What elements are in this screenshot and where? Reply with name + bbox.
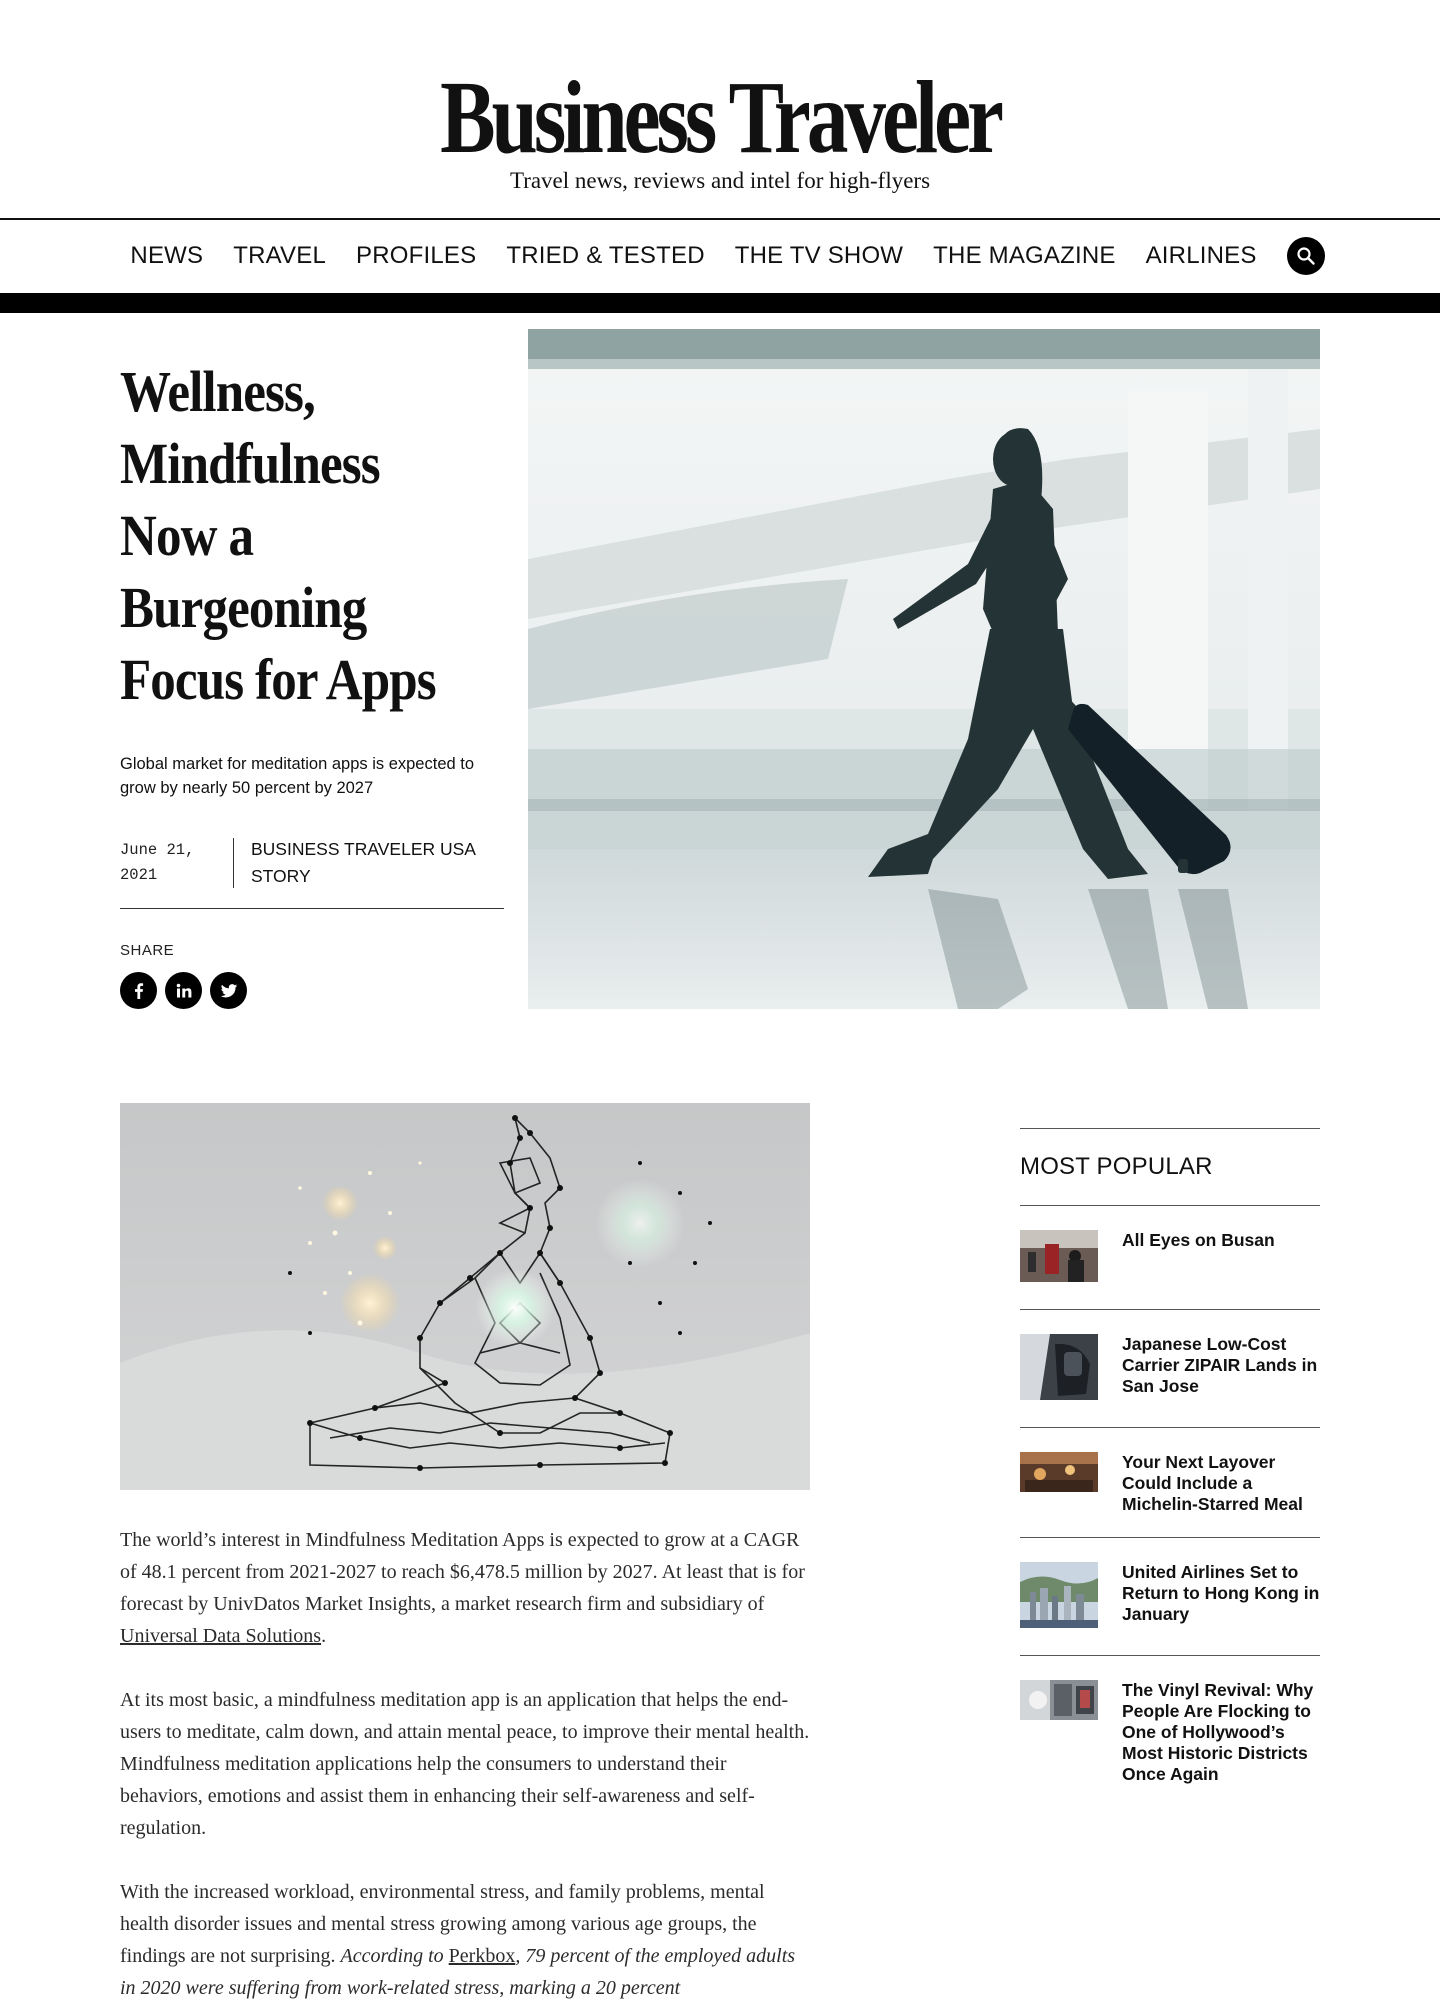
- nav-item-magazine[interactable]: THE MAGAZINE: [933, 242, 1115, 270]
- popular-item-title[interactable]: Your Next Layover Could Include a Michel…: [1122, 1452, 1320, 1515]
- popular-item-title[interactable]: Japanese Low-Cost Carrier ZIPAIR Lands i…: [1122, 1334, 1320, 1405]
- article-source[interactable]: BUSINESS TRAVELER USA STORY: [251, 836, 491, 890]
- share-label: SHARE: [120, 942, 175, 959]
- article-paragraph: At its most basic, a mindfulness meditat…: [120, 1689, 810, 1839]
- popular-item[interactable]: United Airlines Set to Return to Hong Ko…: [1020, 1538, 1320, 1655]
- site-logo[interactable]: Business Traveler: [144, 66, 1296, 170]
- article-meta: June 21, 2021 BUSINESS TRAVELER USA STOR…: [120, 836, 504, 910]
- popular-item-thumbnail[interactable]: [1020, 1562, 1098, 1633]
- sidebar-heading: MOST POPULAR: [1020, 1153, 1213, 1180]
- linkedin-share-button[interactable]: [165, 972, 202, 1009]
- meditation-figure-illustration: [120, 1103, 810, 1490]
- nav-item-profiles[interactable]: PROFILES: [356, 242, 476, 270]
- article-dek: Global market for meditation apps is exp…: [120, 755, 475, 797]
- search-icon: [1296, 247, 1315, 265]
- facebook-icon: [134, 982, 143, 999]
- traveler-photo: [528, 329, 1320, 1009]
- twitter-icon: [220, 983, 237, 997]
- nav-item-travel[interactable]: TRAVEL: [233, 242, 326, 270]
- meta-divider: [233, 838, 234, 888]
- article-title-line: Mindfulness: [120, 431, 381, 496]
- facebook-share-button[interactable]: [120, 972, 157, 1009]
- popular-item[interactable]: Japanese Low-Cost Carrier ZIPAIR Lands i…: [1020, 1310, 1320, 1427]
- article-paragraph: The world’s interest in Mindfulness Medi…: [120, 1524, 810, 1652]
- meta-rule: [120, 908, 504, 909]
- popular-item-thumbnail[interactable]: [1020, 1452, 1098, 1515]
- article-title-line: Burgeoning: [120, 575, 367, 640]
- popular-item-title[interactable]: All Eyes on Busan: [1122, 1230, 1320, 1287]
- nav-item-news[interactable]: NEWS: [130, 242, 203, 270]
- masthead: Business Traveler Travel news, reviews a…: [0, 0, 1440, 220]
- article-body: The world’s interest in Mindfulness Medi…: [120, 1524, 810, 2000]
- paragraph-text: The world’s interest in Mindfulness Medi…: [120, 1529, 805, 1615]
- perkbox-link[interactable]: Perkbox: [449, 1945, 516, 1967]
- linkedin-icon: [176, 983, 191, 997]
- share-icons: [120, 972, 247, 1009]
- popular-item-title[interactable]: United Airlines Set to Return to Hong Ko…: [1122, 1562, 1320, 1633]
- popular-item-thumbnail[interactable]: [1020, 1680, 1098, 1785]
- popular-item-thumbnail[interactable]: [1020, 1230, 1098, 1287]
- popular-item-thumbnail[interactable]: [1020, 1334, 1098, 1405]
- nav-item-tried-tested[interactable]: TRIED & TESTED: [506, 242, 704, 270]
- article-title-line: Wellness,: [120, 359, 316, 424]
- article-title-line: Now a: [120, 503, 254, 568]
- article-title-line: Focus for Apps: [120, 647, 437, 712]
- nav-item-tv-show[interactable]: THE TV SHOW: [735, 242, 903, 270]
- paragraph-text: .: [321, 1625, 327, 1647]
- article-title: Wellness, Mindfulness Now a Burgeoning F…: [120, 356, 463, 716]
- popular-item[interactable]: All Eyes on Busan: [1020, 1206, 1320, 1309]
- popular-item-title[interactable]: The Vinyl Revival: Why People Are Flocki…: [1122, 1680, 1320, 1785]
- site-tagline: Travel news, reviews and intel for high-…: [509, 168, 931, 193]
- main-nav: NEWS TRAVEL PROFILES TRIED & TESTED THE …: [0, 220, 1440, 292]
- most-popular-sidebar: MOST POPULAR All Eyes on Busan Japanese …: [1020, 1128, 1320, 1807]
- article-date: June 21, 2021: [120, 841, 195, 884]
- nav-bottom-bar: [0, 293, 1440, 313]
- hero-image: [528, 329, 1320, 1009]
- twitter-share-button[interactable]: [210, 972, 247, 1009]
- universal-data-solutions-link[interactable]: Universal Data Solutions: [120, 1625, 321, 1647]
- nav-item-airlines[interactable]: AIRLINES: [1146, 242, 1257, 270]
- search-button[interactable]: [1286, 237, 1325, 275]
- article-paragraph: With the increased workload, environment…: [120, 1876, 810, 2000]
- popular-item[interactable]: Your Next Layover Could Include a Michel…: [1020, 1428, 1320, 1537]
- meditation-image: [120, 1103, 810, 1490]
- popular-item[interactable]: The Vinyl Revival: Why People Are Flocki…: [1020, 1656, 1320, 1807]
- paragraph-italic-text: According to: [340, 1945, 449, 1967]
